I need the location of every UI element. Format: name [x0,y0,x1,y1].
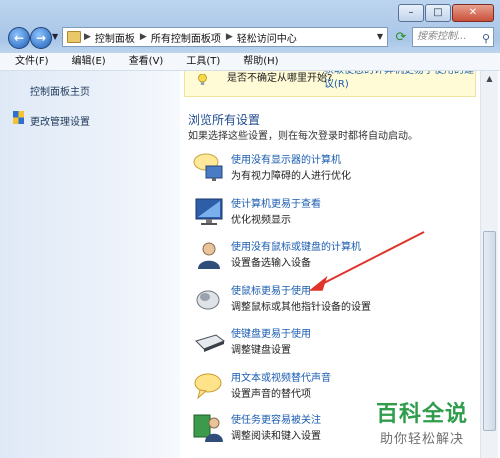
section-heading: 浏览所有设置 [188,113,261,127]
menu-bar: 文件(F) 编辑(E) 查看(V) 工具(T) 帮助(H) [0,53,500,71]
menu-view[interactable]: 查看(V) [114,53,172,70]
forward-arrow-icon: → [35,31,47,45]
menu-tools[interactable]: 工具(T) [171,53,228,70]
list-item[interactable]: 使鼠标更易于使用 调整鼠标或其他指针设备的设置 [192,282,472,320]
minimize-button[interactable]: – [398,4,424,22]
scroll-up-icon[interactable]: ▲ [481,71,498,87]
maximize-button[interactable]: □ [425,4,451,22]
item-subtitle: 设置备选输入设备 [231,258,311,269]
item-title[interactable]: 使键盘更易于使用 [231,325,311,340]
lightbulb-icon [198,74,207,85]
address-row: ← → ▼ ▶ 控制面板 ▶ 所有控制面板项 ▶ 轻松访问中心 ▼ ⟳ 搜索控制… [0,24,500,52]
folder-icon [67,31,81,43]
address-bar[interactable]: ▶ 控制面板 ▶ 所有控制面板项 ▶ 轻松访问中心 ▼ [62,27,388,47]
search-input[interactable]: 搜索控制... ⚲ [412,27,494,47]
breadcrumb-all-items[interactable]: 所有控制面板项 [151,30,221,45]
back-arrow-icon: ← [13,31,25,45]
search-icon[interactable]: ⚲ [482,30,490,48]
speech-bubble-icon [194,373,222,400]
mouse-icon [196,290,220,310]
close-icon: ✕ [468,7,478,18]
menu-edit[interactable]: 编辑(E) [57,53,114,70]
item-title[interactable]: 使计算机更易于查看 [231,195,321,210]
maximize-icon: □ [433,7,443,18]
explorer-window: – □ ✕ ← → ▼ ▶ 控制面板 ▶ 所有控制面板项 ▶ 轻松访问中心 ▼ … [0,0,500,458]
forward-button[interactable]: → [30,27,52,49]
keyboard-icon [195,334,226,352]
item-title[interactable]: 使用没有鼠标或键盘的计算机 [231,238,361,253]
sidebar: 控制面板主页 更改管理设置 [0,71,180,458]
item-title[interactable]: 使任务更容易被关注 [231,411,321,426]
item-title[interactable]: 用文本或视频替代声音 [231,369,331,384]
watermark: 百科全说 助你轻松解决 [368,396,492,452]
shield-icon [13,111,24,124]
item-title[interactable]: 使用没有显示器的计算机 [231,151,341,166]
close-button[interactable]: ✕ [452,4,494,22]
breadcrumb-chevron-icon[interactable]: ▶ [226,32,233,42]
monitor-icon [195,198,223,225]
user-icon [198,242,220,269]
breadcrumb-chevron-icon[interactable]: ▶ [140,32,147,42]
item-subtitle: 调整键盘设置 [231,345,291,356]
search-placeholder: 搜索控制... [417,31,467,42]
tip-banner: 是否不确定从哪里开始? 获取使您的计算机更易于使用的建议(R) [184,71,476,97]
item-subtitle: 调整鼠标或其他指针设备的设置 [231,302,371,313]
item-subtitle: 优化视频显示 [231,215,291,226]
window-controls: – □ ✕ [397,4,494,22]
history-dropdown-icon[interactable]: ▼ [52,32,60,42]
back-button[interactable]: ← [8,27,30,49]
item-subtitle: 设置声音的替代项 [231,389,311,400]
breadcrumb-ease-of-access[interactable]: 轻松访问中心 [237,30,297,45]
item-subtitle: 调整阅读和键入设置 [231,431,321,442]
tip-question: 是否不确定从哪里开始? [227,73,333,84]
item-subtitle: 为有视力障碍的人进行优化 [231,171,351,182]
list-item[interactable]: 使用没有显示器的计算机 为有视力障碍的人进行优化 [192,151,472,189]
breadcrumb-chevron-icon[interactable]: ▶ [84,32,91,42]
refresh-button[interactable]: ⟳ [392,29,410,47]
menu-help[interactable]: 帮助(H) [228,53,286,70]
list-item[interactable]: 使计算机更易于查看 优化视频显示 [192,195,472,233]
list-item[interactable]: 使键盘更易于使用 调整键盘设置 [192,325,472,363]
speech-monitor-icon [193,153,223,181]
sidebar-item-change-admin-settings[interactable]: 更改管理设置 [30,113,90,128]
minimize-icon: – [408,7,414,18]
refresh-icon: ⟳ [395,30,407,45]
menu-file[interactable]: 文件(F) [0,53,57,70]
list-item[interactable]: 使用没有鼠标或键盘的计算机 设置备选输入设备 [192,238,472,276]
address-dropdown-icon[interactable]: ▼ [377,32,383,41]
breadcrumb-control-panel[interactable]: 控制面板 [95,30,135,45]
sidebar-item-home[interactable]: 控制面板主页 [30,83,90,98]
user-screen-icon [193,414,223,442]
tip-recommendations-link[interactable]: 获取使您的计算机更易于使用的建议(R) [324,71,474,92]
item-title[interactable]: 使鼠标更易于使用 [231,282,311,297]
watermark-title: 百科全说 [376,402,469,427]
watermark-subtitle: 助你轻松解决 [380,432,465,447]
section-description: 如果选择这些设置，则在每次登录时都将自动启动。 [188,131,418,142]
